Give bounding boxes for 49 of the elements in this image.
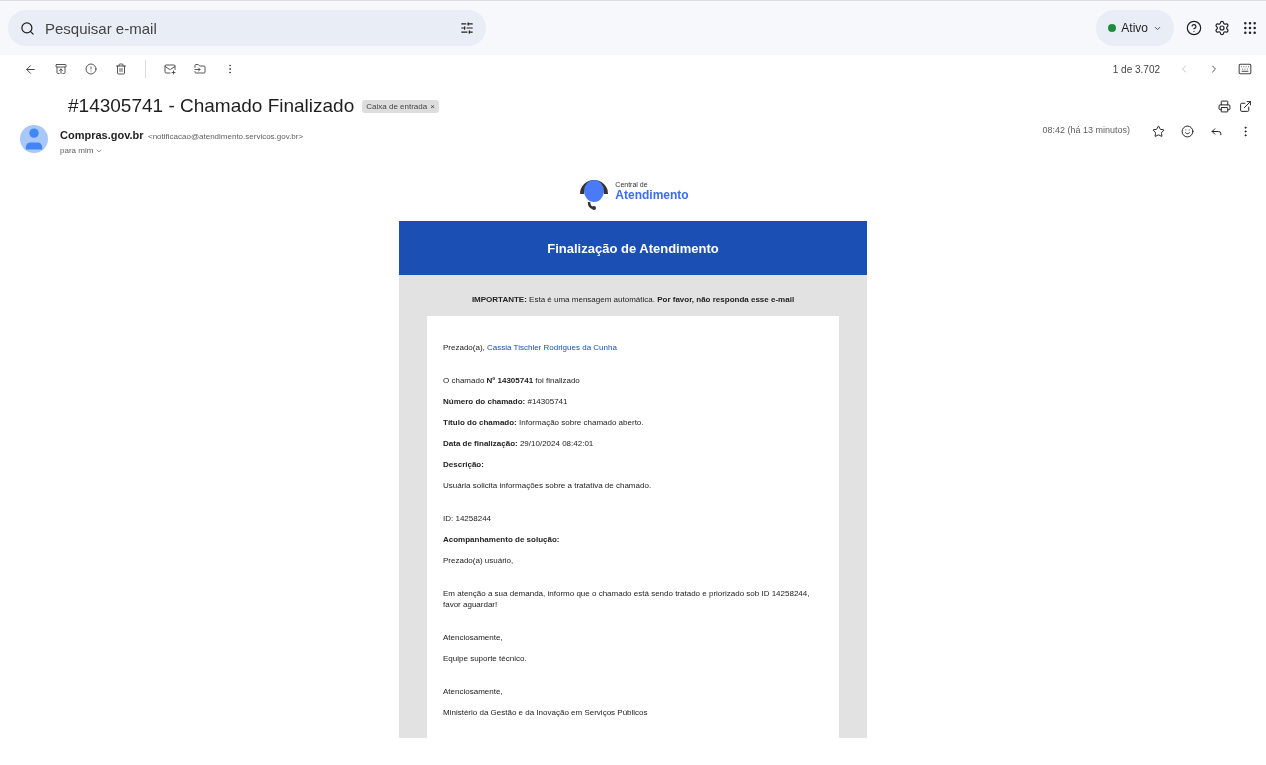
message-text: O chamado Nº 14305741 foi finalizado	[443, 375, 581, 386]
alert-circle-icon[interactable]	[85, 63, 97, 75]
avatar	[20, 125, 48, 153]
status-dot-icon	[1108, 24, 1117, 32]
message-text: ID: 14258244	[443, 513, 493, 524]
star-icon[interactable]	[1152, 125, 1165, 138]
logo-title: Atendimento	[615, 187, 689, 202]
message-text: Data de finalização: 29/10/2024 08:42:01	[443, 438, 595, 449]
message-text: Atenciosamente,	[443, 686, 504, 697]
greeting-text: Prezado(a), Cassia Tischler Rodrigues da Cunha	[443, 342, 618, 353]
sender-name: Compras.gov.br	[60, 129, 144, 141]
settings-icon[interactable]	[1214, 20, 1230, 36]
apps-grid-icon[interactable]	[1242, 20, 1258, 36]
archive-icon[interactable]	[55, 63, 67, 75]
pager-count: 1 de 3.702	[1112, 63, 1160, 75]
message-text: Acompanhamento de solução:	[443, 534, 561, 545]
email-subject: #14305741 - Chamado Finalizado	[68, 95, 355, 117]
keyboard-icon[interactable]	[1238, 62, 1252, 76]
reply-icon[interactable]	[1210, 125, 1223, 138]
help-icon[interactable]	[1186, 20, 1202, 36]
search-icon[interactable]	[20, 20, 35, 36]
message-text: Descrição:	[443, 459, 485, 470]
folder-icon[interactable]	[194, 63, 206, 75]
message-text: Prezado(a) usuário,	[443, 555, 515, 566]
open-new-window-icon[interactable]	[1239, 99, 1252, 113]
message-text: Número do chamado: #14305741	[443, 396, 569, 407]
notice-text: IMPORTANTE: Esta é uma mensagem automática. Por favor, não responda esse e-mail	[471, 295, 795, 304]
mail-icon[interactable]	[164, 63, 176, 75]
filter-icon[interactable]	[460, 21, 474, 35]
trash-icon[interactable]	[115, 63, 127, 75]
back-icon[interactable]	[24, 62, 37, 76]
message-text: Em atenção a sua demanda, informo que o chamado está sendo tratado e priorizado sob ID 14258244, favor aguardar!	[443, 588, 811, 610]
status-button[interactable]: Ativo	[1096, 10, 1174, 46]
message-text: Equipe suporte técnico.	[443, 653, 528, 664]
message-text: Usuária solicita informações sobre a tratativa de chamado.	[443, 480, 653, 491]
remove-label-button[interactable]: ×	[430, 101, 435, 111]
sender-address: <notificacao@atendimento.servicos.gov.br>	[148, 132, 304, 141]
message-text: Título do chamado: Informação sobre chamado aberto.	[443, 417, 645, 428]
banner-title: Finalização de Atendimento	[547, 240, 719, 256]
search-field[interactable]: Pesquisar e-mail	[43, 18, 452, 38]
print-icon[interactable]	[1218, 99, 1231, 113]
message-text: Ministério da Gestão e da Inovação em Serviços Públicos	[443, 707, 649, 718]
email-time: 08:42 (há 13 minutos)	[1042, 125, 1130, 135]
message-text: Atenciosamente,	[443, 632, 504, 643]
recipient-link[interactable]: Cassia Tischler Rodrigues da Cunha	[487, 343, 617, 352]
emoji-icon[interactable]	[1181, 125, 1194, 138]
recipient-dropdown[interactable]: para mim	[60, 146, 1031, 155]
label-text: Caixa de entrada	[366, 101, 428, 111]
search-bar[interactable]: Pesquisar e-mail	[8, 10, 486, 46]
